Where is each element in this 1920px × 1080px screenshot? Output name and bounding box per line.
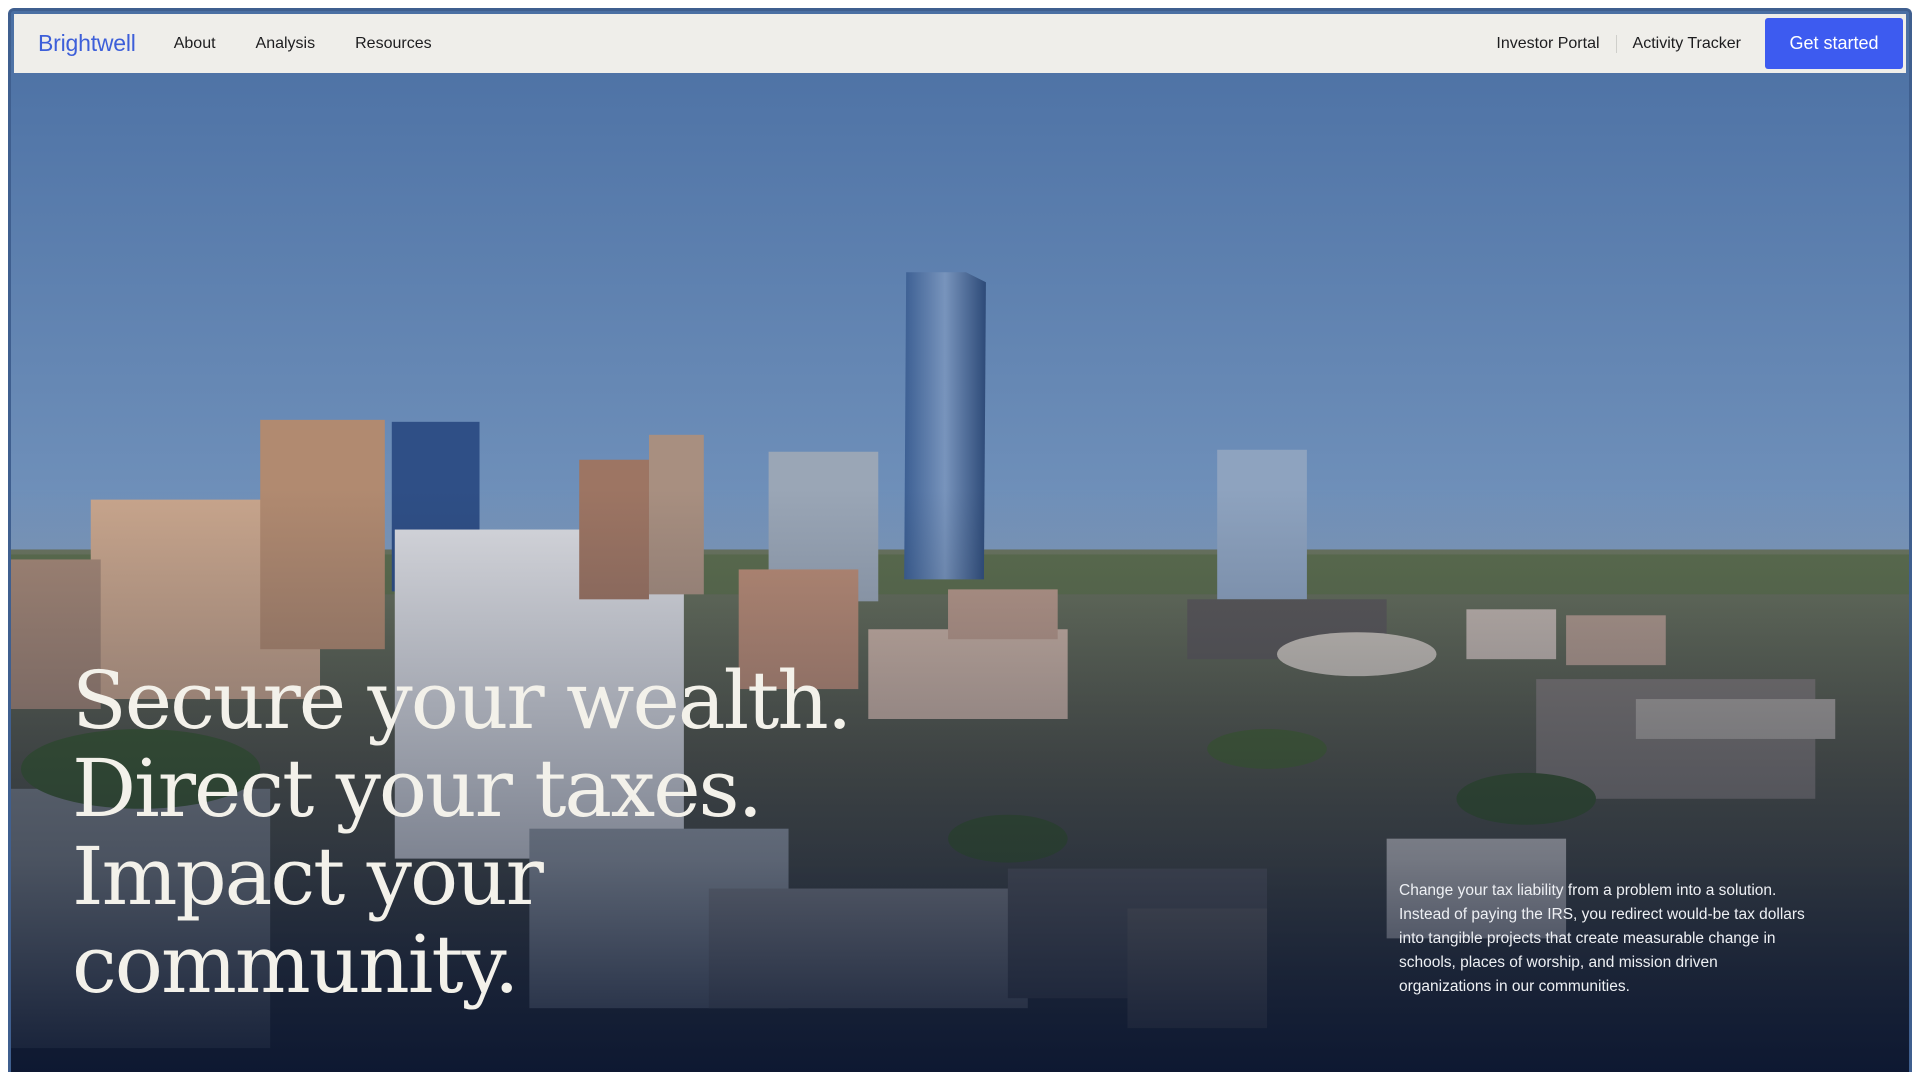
hero-headline-line: Secure your wealth. [72, 654, 852, 747]
page-frame: Brightwell About Analysis Resources Inve… [8, 8, 1912, 1072]
hero-headline: Secure your wealth. Direct your taxes. I… [72, 654, 852, 1011]
nav-link-activity-tracker[interactable]: Activity Tracker [1633, 35, 1741, 53]
get-started-button[interactable]: Get started [1765, 18, 1903, 69]
hero-description: Change your tax liability from a problem… [1399, 882, 1805, 995]
hero-headline-line: community. [72, 918, 519, 1011]
nav-right-group: Investor Portal Activity Tracker Get sta… [1496, 14, 1906, 73]
hero-headline-line: Impact your [72, 830, 544, 923]
nav-link-resources[interactable]: Resources [355, 35, 431, 53]
nav-link-analysis[interactable]: Analysis [256, 35, 316, 53]
brand-logo[interactable]: Brightwell [38, 30, 136, 57]
top-navbar: Brightwell About Analysis Resources Inve… [14, 14, 1906, 73]
nav-link-about[interactable]: About [174, 35, 216, 53]
nav-divider [1615, 34, 1617, 53]
hero-headline-line: Direct your taxes. [72, 742, 763, 835]
nav-link-investor-portal[interactable]: Investor Portal [1496, 35, 1599, 53]
